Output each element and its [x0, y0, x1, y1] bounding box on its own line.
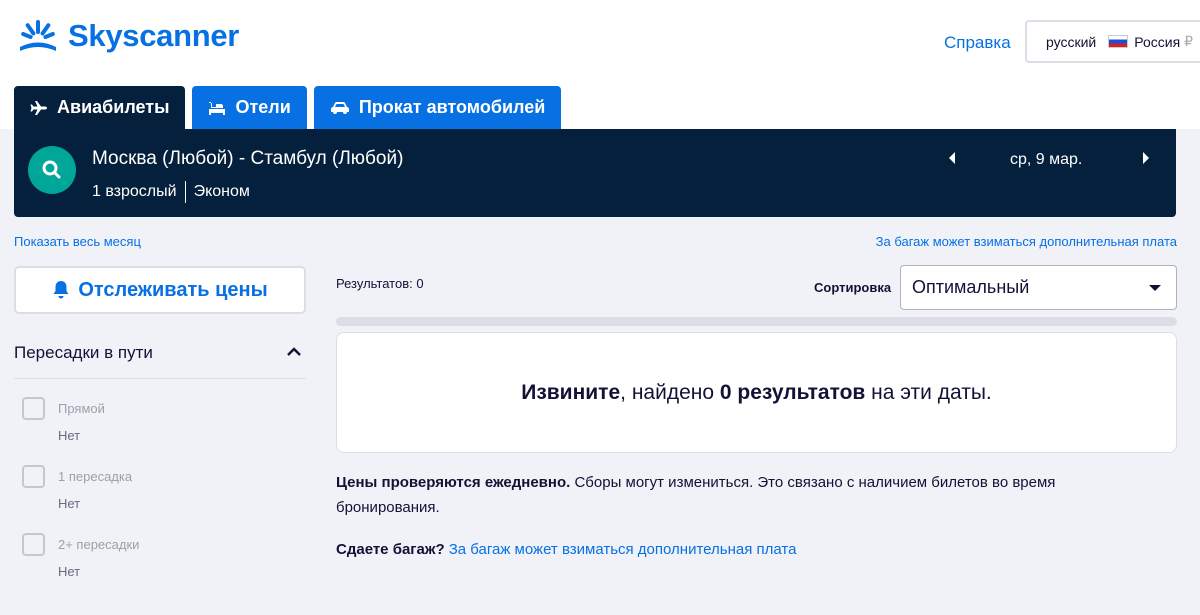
- airplane-icon: [30, 100, 48, 116]
- tab-flights[interactable]: Авиабилеты: [14, 86, 186, 129]
- divider: [184, 181, 186, 203]
- baggage-question: Сдаете багаж?: [336, 541, 445, 558]
- progress-fill: [336, 317, 1177, 326]
- departure-date[interactable]: ср, 9 мар.: [1010, 151, 1082, 169]
- track-prices-button[interactable]: Отслеживать цены: [14, 266, 306, 314]
- sort-select[interactable]: Оптимальный: [900, 265, 1177, 310]
- caret-left-icon: [949, 152, 955, 164]
- bed-icon: [208, 100, 226, 116]
- next-date-button[interactable]: [1141, 151, 1151, 168]
- sort-label: Сортировка: [814, 280, 892, 295]
- russia-flag-icon: [1108, 35, 1129, 48]
- tab-hotels[interactable]: Отели: [192, 86, 307, 129]
- tab-flights-label: Авиабилеты: [57, 97, 170, 117]
- baggage-fee-link-bottom[interactable]: За багаж может взиматься дополнительная …: [449, 541, 797, 558]
- cabin-class-text: Эконом: [193, 183, 250, 200]
- two-plus-stops-checkbox[interactable]: [22, 533, 45, 556]
- search-icon[interactable]: [28, 146, 76, 194]
- direct-checkbox[interactable]: [22, 397, 45, 420]
- tab-car-hire[interactable]: Прокат автомобилей: [313, 86, 562, 129]
- passengers-text: 1 взрослый: [92, 183, 177, 200]
- logo-text: Skyscanner: [68, 18, 240, 53]
- search-summary[interactable]: Москва (Любой) - Стамбул (Любой) 1 взрос…: [14, 129, 1176, 217]
- price-notice: Цены проверяются ежедневно. Сборы могут …: [336, 470, 1136, 520]
- previous-date-button[interactable]: [947, 151, 957, 168]
- tab-hotels-label: Отели: [235, 97, 291, 117]
- locale-selector-button[interactable]: русский Россия ₽: [1025, 20, 1200, 63]
- stops-filter-header[interactable]: Пересадки в пути: [14, 343, 306, 379]
- stop-option-price: Нет: [58, 496, 81, 511]
- header: Skyscanner Справка русский Россия ₽ Авиа…: [0, 0, 1200, 129]
- vertical-tabs: Авиабилеты Отели Прокат автомобилей: [14, 86, 568, 129]
- stop-option-label: 1 пересадка: [58, 469, 133, 484]
- results-count: Результатов: 0: [336, 276, 424, 291]
- skyscanner-logo[interactable]: Skyscanner: [14, 18, 239, 54]
- sunrise-logo-icon: [20, 20, 56, 51]
- caret-right-icon: [1143, 152, 1149, 164]
- stops-filter-title: Пересадки в пути: [14, 343, 153, 362]
- price-notice-bold: Цены проверяются ежедневно.: [336, 474, 571, 491]
- bell-icon: [52, 280, 70, 300]
- baggage-notice: Сдаете багаж? За багаж может взиматься до…: [336, 541, 796, 558]
- car-icon: [330, 101, 350, 115]
- results-progress-bar: [336, 317, 1177, 326]
- show-whole-month-link[interactable]: Показать весь месяц: [14, 234, 141, 249]
- chevron-up-icon[interactable]: [286, 347, 302, 357]
- sort-selected-value: Оптимальный: [912, 277, 1030, 297]
- caret-down-icon: [1149, 285, 1161, 291]
- stop-option-price: Нет: [58, 428, 81, 443]
- country-label: Россия: [1134, 33, 1181, 50]
- passenger-cabin-line: 1 взрослый Эконом: [92, 181, 250, 203]
- stop-option-price: Нет: [58, 564, 81, 579]
- one-stop-checkbox[interactable]: [22, 465, 45, 488]
- stop-option-label: 2+ пересадки: [58, 537, 140, 552]
- help-link[interactable]: Справка: [944, 33, 1011, 53]
- no-results-card: Извините, найдено 0 результатов на эти д…: [336, 332, 1177, 453]
- route-text: Москва (Любой) - Стамбул (Любой): [92, 148, 404, 169]
- language-label: русский: [1046, 33, 1097, 50]
- track-prices-label: Отслеживать цены: [78, 278, 268, 301]
- currency-label: ₽: [1184, 33, 1194, 49]
- stop-option-label: Прямой: [58, 401, 105, 416]
- baggage-fee-link[interactable]: За багаж может взиматься дополнительная …: [876, 234, 1177, 249]
- no-results-message: Извините, найдено 0 результатов на эти д…: [521, 380, 992, 404]
- tab-car-hire-label: Прокат автомобилей: [358, 97, 546, 117]
